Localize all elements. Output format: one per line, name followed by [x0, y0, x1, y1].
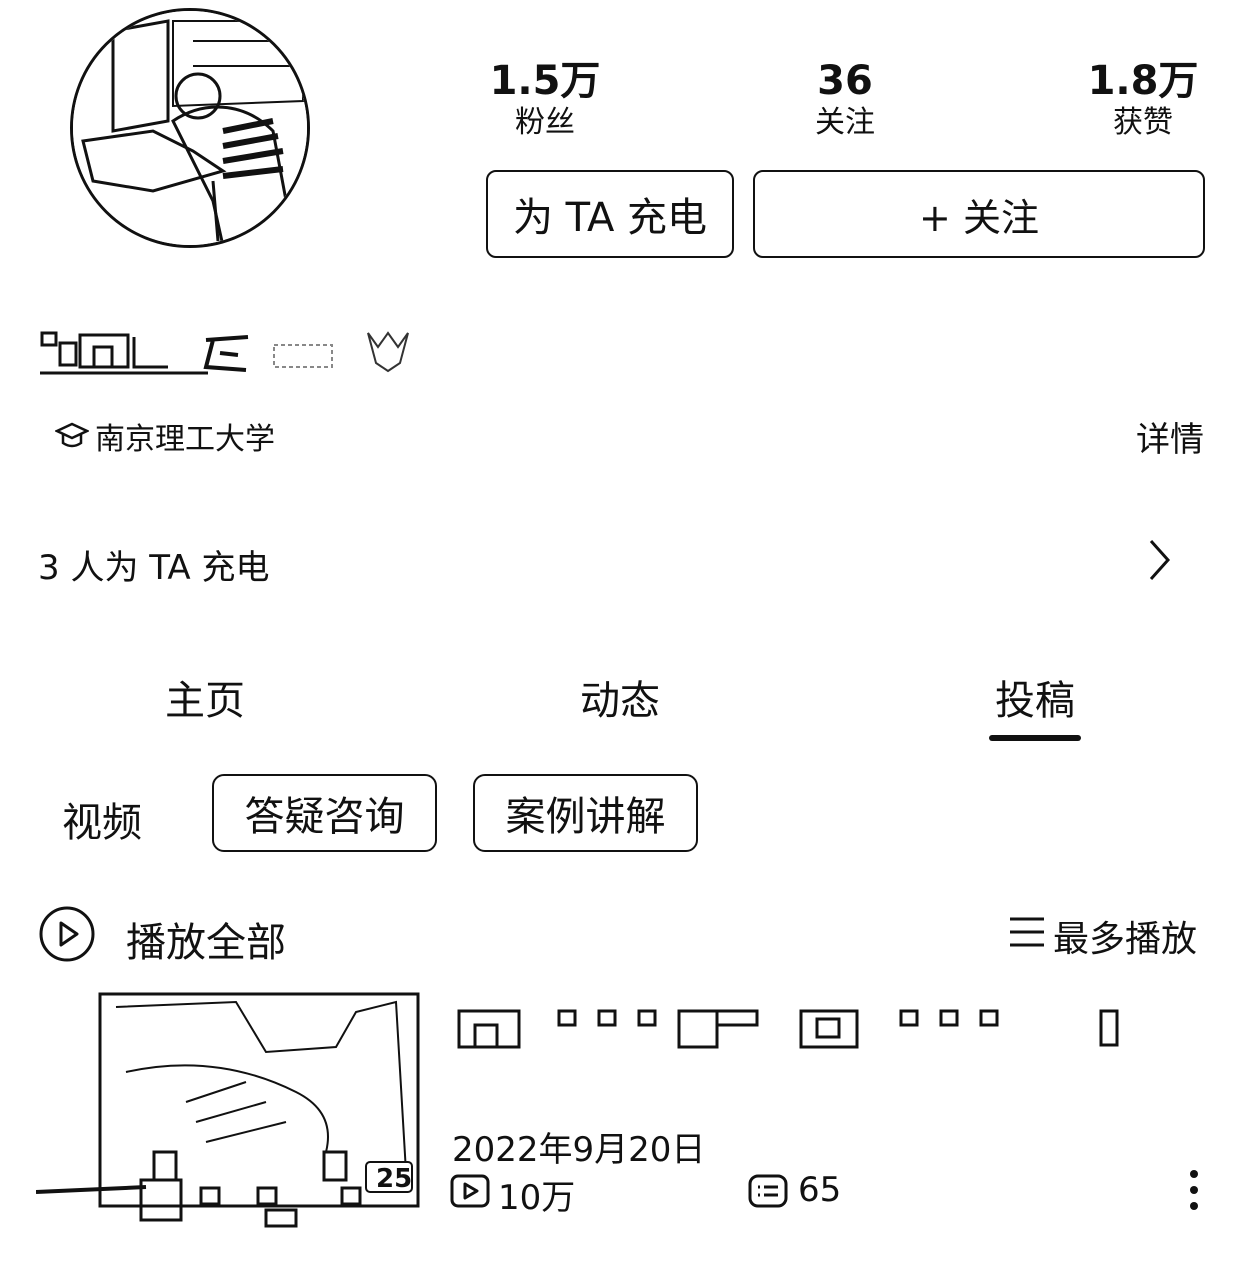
- stat-following[interactable]: 36 关注: [765, 58, 925, 142]
- school-tag: 南京理工大学: [55, 414, 275, 458]
- sort-label[interactable]: 最多播放: [1053, 910, 1197, 962]
- username: [38, 325, 418, 380]
- video-duration-partial: 25: [376, 1164, 412, 1194]
- tab-active-indicator: [989, 735, 1081, 741]
- tab-home[interactable]: 主页: [125, 668, 285, 726]
- play-circle-icon[interactable]: [38, 905, 96, 967]
- video-comments: 65: [798, 1170, 842, 1210]
- comments-icon: [748, 1173, 788, 1213]
- tab-dynamic[interactable]: 动态: [540, 668, 700, 726]
- video-views: 10万: [498, 1178, 576, 1218]
- video-title-obscured[interactable]: [455, 1005, 1135, 1059]
- charge-button[interactable]: 为 TA 充电: [486, 170, 734, 258]
- school-name: 南京理工大学: [95, 422, 275, 457]
- follow-button-label: + 关注: [919, 195, 1039, 240]
- charge-count-text[interactable]: 3 人为 TA 充电: [38, 540, 269, 589]
- graduation-cap-icon: [55, 422, 89, 448]
- fans-label: 粉丝: [515, 105, 575, 140]
- sort-menu-icon[interactable]: [1008, 914, 1046, 954]
- chevron-right-icon[interactable]: [1148, 538, 1172, 586]
- charge-button-label: 为 TA 充电: [512, 195, 708, 241]
- stat-likes[interactable]: 1.8万 获赞: [1063, 58, 1223, 142]
- play-all-button[interactable]: 播放全部: [126, 910, 286, 968]
- detail-link[interactable]: 详情: [1136, 412, 1204, 461]
- likes-label: 获赞: [1113, 105, 1173, 140]
- category-video[interactable]: 视频: [62, 790, 142, 848]
- tab-uploads[interactable]: 投稿: [955, 668, 1115, 726]
- follow-button[interactable]: + 关注: [753, 170, 1205, 258]
- views-icon: [450, 1173, 490, 1213]
- likes-count: 1.8万: [1087, 58, 1199, 104]
- avatar[interactable]: [70, 8, 310, 248]
- chip-qa[interactable]: 答疑咨询: [212, 774, 437, 852]
- chip-qa-label: 答疑咨询: [244, 794, 405, 840]
- video-date: 2022年9月20日: [452, 1130, 706, 1170]
- avatar-photo: [73, 11, 307, 245]
- more-options-icon[interactable]: [1185, 1168, 1203, 1216]
- fans-count: 1.5万: [489, 58, 601, 104]
- video-thumbnail[interactable]: 25: [35, 992, 421, 1232]
- following-label: 关注: [815, 105, 875, 140]
- following-count: 36: [817, 58, 873, 104]
- stat-fans[interactable]: 1.5万 粉丝: [465, 58, 625, 142]
- chip-cases-label: 案例讲解: [505, 794, 666, 840]
- chip-cases[interactable]: 案例讲解: [473, 774, 698, 852]
